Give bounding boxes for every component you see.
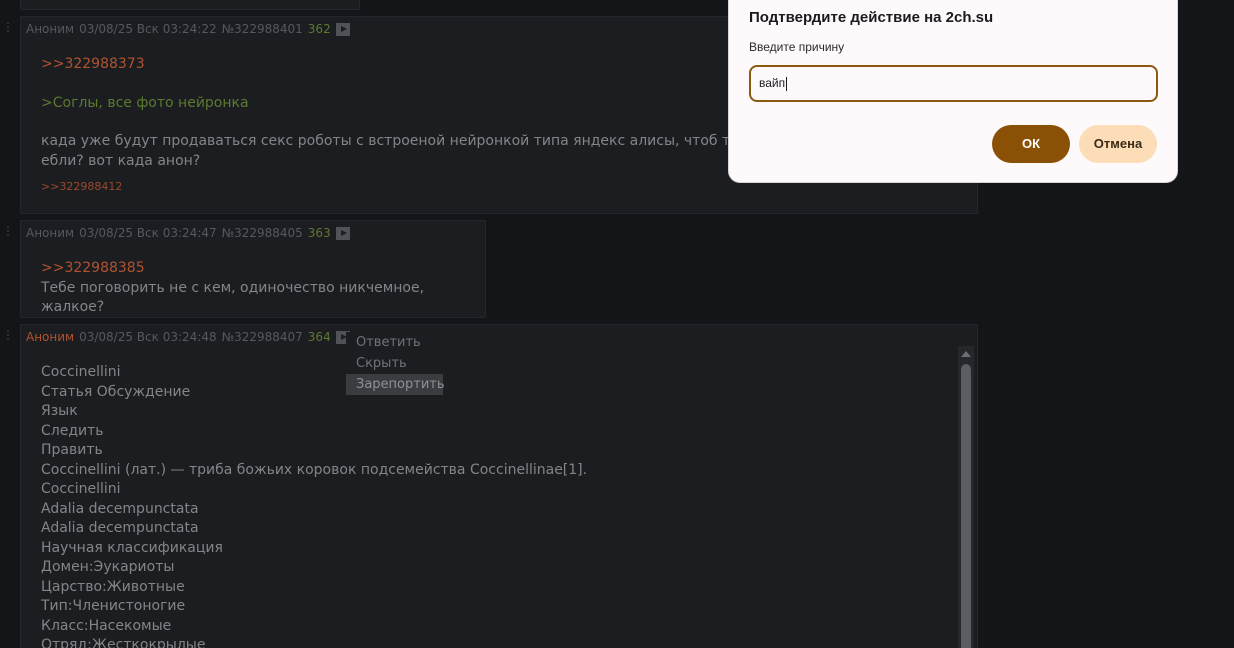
post-header: Аноним 03/08/25 Вск 03:24:47 №322988405 …	[26, 226, 350, 240]
ok-button[interactable]: ОК	[992, 125, 1070, 163]
post-363: Аноним 03/08/25 Вск 03:24:47 №322988405 …	[20, 220, 486, 318]
post-text-line: Тип:Членистоногие	[41, 598, 186, 614]
post-text-line: Домен:Эукариоты	[41, 559, 175, 575]
post-text-line: Следить	[41, 422, 104, 439]
dialog-label: Введите причину	[749, 40, 845, 54]
cancel-button[interactable]: Отмена	[1079, 125, 1157, 163]
post-menu-icon[interactable]	[335, 22, 350, 36]
reply-link[interactable]: >>322988385	[41, 259, 485, 279]
post-text-line: Coccinellini	[41, 364, 121, 380]
post-text-line: ебли? вот када анон?	[41, 152, 201, 169]
text-caret	[786, 76, 788, 91]
post-text-line: Adalia decempunctata	[41, 500, 199, 517]
backlink[interactable]: >>322988412	[41, 177, 781, 197]
post-body: >>322988373 >Соглы, все фото нейронка ка…	[41, 55, 781, 197]
post-date: 03/08/25 Вск 03:24:47	[79, 226, 217, 240]
confirm-dialog: Подтвердите действие на 2ch.su Введите п…	[728, 0, 1178, 183]
reason-input-value: вайп	[759, 76, 786, 90]
post-text-line: Класс:Насекомые	[41, 617, 172, 634]
post-header: Аноним 03/08/25 Вск 03:24:48 №322988407 …	[26, 330, 350, 344]
post-text-line: Тебе поговорить не с кем, одиночество ни…	[41, 279, 425, 316]
post-expand-dots[interactable]: ⋮	[2, 225, 15, 237]
post-partial-top	[20, 0, 360, 10]
post-text-line: Язык	[41, 403, 78, 419]
post-text-line: Научная классификация	[41, 539, 223, 556]
post-author: Аноним	[26, 330, 75, 344]
post-id[interactable]: №322988405	[222, 226, 303, 240]
post-text-line: Царство:Животные	[41, 578, 185, 595]
post-body: >>322988385 Тебе поговорить не с кем, од…	[41, 259, 485, 318]
post-number: 362	[307, 22, 331, 36]
post-context-menu: Ответить Скрыть Зарепортить	[346, 332, 445, 395]
post-number: 364	[307, 330, 331, 344]
post-author: Аноним	[26, 226, 75, 240]
reply-link[interactable]: >>322988373	[41, 55, 781, 75]
scrollbar-thumb[interactable]	[961, 364, 971, 648]
post-number: 363	[307, 226, 331, 240]
menu-item-reply[interactable]: Ответить	[346, 332, 443, 353]
post-text-line: Статья Обсуждение	[41, 383, 191, 400]
post-text-line: Coccinellini	[41, 481, 121, 497]
post-body: Coccinellini Статья Обсуждение Язык След…	[41, 363, 587, 648]
post-menu-icon[interactable]	[335, 226, 350, 240]
post-expand-dots[interactable]: ⋮	[2, 329, 15, 341]
post-text-line: када уже будут продаваться секс роботы с…	[41, 133, 782, 149]
post-header: Аноним 03/08/25 Вск 03:24:22 №322988401 …	[26, 22, 350, 36]
post-text-line: Coccinellini (лат.) — триба божьих коров…	[41, 461, 588, 478]
post-scrollbar[interactable]	[958, 346, 974, 648]
menu-item-hide[interactable]: Скрыть	[346, 353, 443, 374]
post-date: 03/08/25 Вск 03:24:48	[79, 330, 217, 344]
post-date: 03/08/25 Вск 03:24:22	[79, 22, 217, 36]
post-364: Аноним 03/08/25 Вск 03:24:48 №322988407 …	[20, 324, 978, 648]
dialog-title: Подтвердите действие на 2ch.su	[749, 9, 994, 26]
post-expand-dots[interactable]: ⋮	[2, 21, 15, 33]
post-text-line: Adalia decempunctata	[41, 520, 199, 536]
post-text-line: Отряд:Жесткокрылые	[41, 637, 206, 648]
post-id[interactable]: №322988407	[222, 330, 303, 344]
scroll-up-icon[interactable]	[961, 351, 971, 357]
greentext-quote: >Соглы, все фото нейронка	[41, 94, 249, 111]
reason-input[interactable]: вайп	[749, 65, 1158, 102]
post-author: Аноним	[26, 22, 75, 36]
post-text-line: Править	[41, 442, 103, 458]
post-id[interactable]: №322988401	[222, 22, 303, 36]
menu-item-report[interactable]: Зарепортить	[346, 374, 445, 395]
